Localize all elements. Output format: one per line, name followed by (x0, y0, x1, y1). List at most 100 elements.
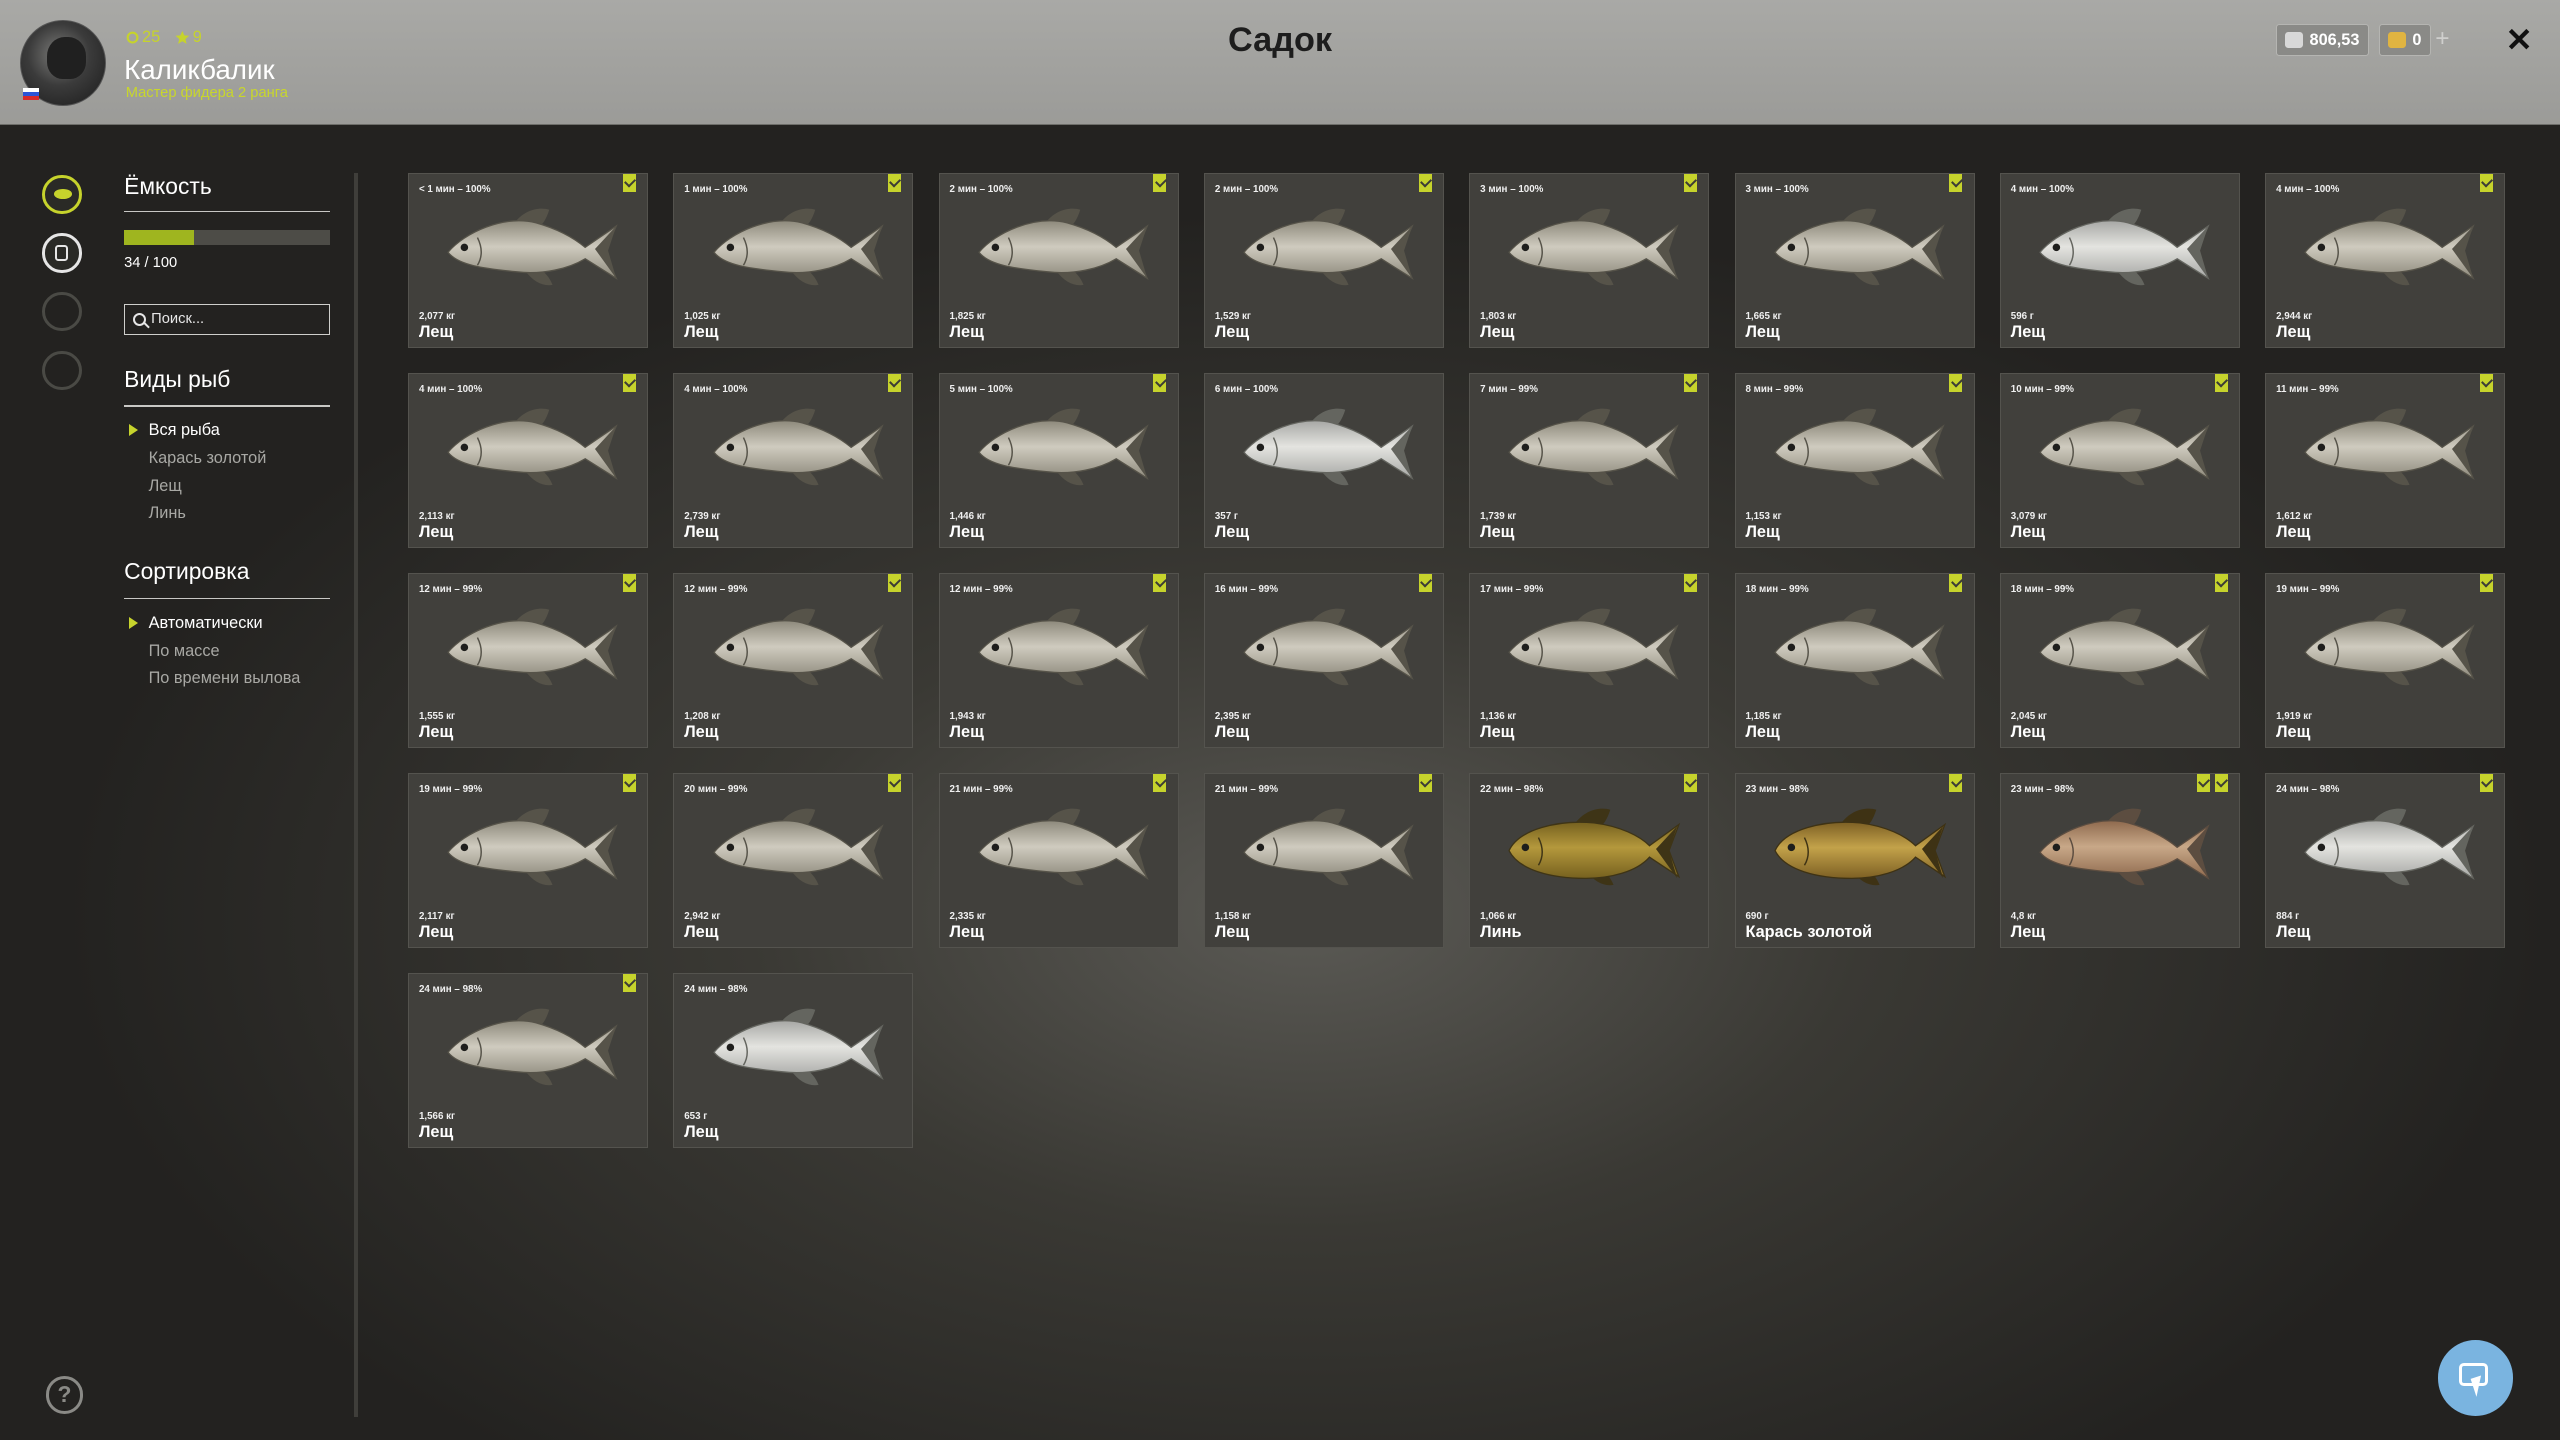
fish-card[interactable]: 24 мин – 98% 1,566 кг Лещ (408, 973, 649, 1148)
fish-card[interactable]: 21 мин – 99% 2,335 кг Лещ (938, 773, 1179, 948)
favorite-bookmark-icon[interactable] (2479, 174, 2493, 192)
fish-card[interactable]: 5 мин – 100% 1,446 кг Лещ (938, 373, 1179, 548)
fish-name: Лещ (418, 722, 454, 741)
favorite-bookmark-icon[interactable] (2214, 774, 2228, 792)
favorite-bookmark-icon[interactable] (1949, 774, 1963, 792)
search-box[interactable] (124, 303, 330, 335)
favorite-bookmark-icon[interactable] (1153, 374, 1167, 392)
favorite-bookmark-icon[interactable] (887, 774, 902, 792)
species-option-bream[interactable]: Лещ (149, 477, 182, 496)
search-input[interactable] (151, 311, 315, 328)
favorite-bookmark-icon[interactable] (622, 574, 636, 592)
cursor-mode-button[interactable] (2437, 1340, 2513, 1416)
fish-tab-icon[interactable] (42, 174, 82, 214)
favorite-bookmark-icon[interactable] (1153, 174, 1167, 192)
fish-card[interactable]: 20 мин – 99% 2,942 кг Лещ (673, 773, 914, 948)
keepnet-tab-icon[interactable] (42, 233, 82, 273)
favorite-bookmark-icon[interactable] (2214, 374, 2228, 392)
favorite-bookmark-icon[interactable] (1153, 774, 1167, 792)
favorite-bookmark-icon[interactable] (887, 574, 902, 592)
fish-card[interactable]: 12 мин – 99% 1,208 кг Лещ (673, 573, 914, 748)
favorite-bookmark-icon[interactable] (622, 974, 636, 992)
fish-card[interactable]: 24 мин – 98% 653 г Лещ (673, 973, 914, 1148)
fish-catch-time: 17 мин – 99% (1480, 583, 1544, 595)
fish-card[interactable]: 3 мин – 100% 1,665 кг Лещ (1734, 173, 1975, 348)
fish-card[interactable]: 16 мин – 99% 2,395 кг Лещ (1204, 573, 1445, 748)
sort-option-auto[interactable]: Автоматически (149, 614, 263, 633)
fish-card[interactable]: 21 мин – 99% 1,158 кг Лещ (1204, 773, 1445, 948)
favorite-bookmark-icon[interactable] (622, 174, 636, 192)
fish-card[interactable]: 4 мин – 100% 2,113 кг Лещ (408, 373, 649, 548)
species-option-all[interactable]: Вся рыба (149, 421, 220, 440)
fish-card[interactable]: 7 мин – 99% 1,739 кг Лещ (1469, 373, 1710, 548)
favorite-bookmark-icon[interactable] (1683, 374, 1697, 392)
fish-weight: 357 г (1214, 511, 1238, 523)
favorite-bookmark-icon[interactable] (1418, 774, 1432, 792)
fish-card[interactable]: 8 мин – 99% 1,153 кг Лещ (1734, 373, 1975, 548)
close-button[interactable]: ✕ (2501, 20, 2537, 59)
favorite-bookmark-icon[interactable] (1153, 574, 1167, 592)
favorite-bookmark-icon[interactable] (2479, 374, 2493, 392)
species-title: Виды рыб (124, 365, 231, 392)
fish-card[interactable]: 10 мин – 99% 3,079 кг Лещ (1999, 373, 2240, 548)
top-bar: 25 9 Каликбалик Мастер фидера 2 ранга Са… (0, 0, 2560, 126)
favorite-bookmark-icon[interactable] (622, 374, 636, 392)
fish-card[interactable]: 3 мин – 100% 1,803 кг Лещ (1469, 173, 1710, 348)
fish-catch-time: 3 мин – 100% (1480, 183, 1544, 195)
favorite-bookmark-icon[interactable] (622, 774, 636, 792)
fish-icon (978, 808, 1149, 886)
favorite-bookmark-icon[interactable] (2196, 774, 2210, 792)
favorite-bookmark-icon[interactable] (1418, 574, 1432, 592)
fish-card[interactable]: 17 мин – 99% 1,136 кг Лещ (1469, 573, 1710, 748)
fish-card[interactable]: 4 мин – 100% 2,944 кг Лещ (2265, 173, 2506, 348)
sort-option-weight[interactable]: По массе (149, 642, 220, 661)
fish-card[interactable]: 1 мин – 100% 1,025 кг Лещ (673, 173, 914, 348)
species-option-tench[interactable]: Линь (149, 504, 186, 523)
fish-icon (447, 808, 618, 886)
fish-card[interactable]: 12 мин – 99% 1,555 кг Лещ (408, 573, 649, 748)
fish-card[interactable]: 2 мин – 100% 1,825 кг Лещ (938, 173, 1179, 348)
silver-balance[interactable]: 806,53 (2275, 24, 2369, 56)
page-title: Садок (1227, 21, 1333, 60)
fish-card[interactable]: 22 мин – 98% 1,066 кг Линь (1469, 773, 1710, 948)
fish-card[interactable]: 18 мин – 99% 2,045 кг Лещ (1999, 573, 2240, 748)
home-tab-icon[interactable] (42, 351, 82, 391)
fish-card[interactable]: 23 мин – 98% 690 г Карась золотой (1734, 773, 1975, 948)
gold-balance[interactable]: 0 (2378, 24, 2431, 56)
fish-card[interactable]: 19 мин – 99% 2,117 кг Лещ (408, 773, 649, 948)
favorite-bookmark-icon[interactable] (887, 374, 902, 392)
favorite-bookmark-icon[interactable] (2479, 774, 2493, 792)
fish-card[interactable]: < 1 мин – 100% 2,077 кг Лещ (408, 173, 649, 348)
fish-card[interactable]: 2 мин – 100% 1,529 кг Лещ (1204, 173, 1445, 348)
fish-card[interactable]: 18 мин – 99% 1,185 кг Лещ (1734, 573, 1975, 748)
help-icon[interactable]: ? (45, 1376, 84, 1414)
fish-card[interactable]: 23 мин – 98% 4,8 кг Лещ (1999, 773, 2240, 948)
camp-tab-icon[interactable] (42, 292, 82, 332)
fish-catch-time: 18 мин – 99% (2010, 583, 2074, 595)
fish-card[interactable]: 24 мин – 98% 884 г Лещ (2265, 773, 2506, 948)
fish-card[interactable]: 11 мин – 99% 1,612 кг Лещ (2265, 373, 2506, 548)
fish-card[interactable]: 19 мин – 99% 1,919 кг Лещ (2265, 573, 2506, 748)
favorite-bookmark-icon[interactable] (1683, 574, 1697, 592)
fish-card[interactable]: 4 мин – 100% 2,739 кг Лещ (673, 373, 914, 548)
favorite-bookmark-icon[interactable] (2214, 574, 2228, 592)
fish-card[interactable]: 12 мин – 99% 1,943 кг Лещ (938, 573, 1179, 748)
species-option-golden-carp[interactable]: Карась золотой (149, 449, 267, 468)
add-gold-button[interactable]: + (2428, 24, 2457, 53)
fish-name: Лещ (684, 522, 719, 541)
fish-card[interactable]: 6 мин – 100% 357 г Лещ (1204, 373, 1445, 548)
favorite-bookmark-icon[interactable] (887, 174, 902, 192)
fish-catch-time: 5 мин – 100% (949, 383, 1013, 395)
fish-card[interactable]: 4 мин – 100% 596 г Лещ (1999, 173, 2240, 348)
favorite-bookmark-icon[interactable] (1949, 174, 1963, 192)
fish-weight: 2,117 кг (418, 911, 455, 923)
favorite-bookmark-icon[interactable] (1418, 174, 1432, 192)
fish-weight: 2,335 кг (949, 911, 986, 923)
favorite-bookmark-icon[interactable] (1683, 174, 1697, 192)
sort-option-catch-time[interactable]: По времени вылова (149, 669, 301, 688)
fish-catch-time: 7 мин – 99% (1480, 383, 1538, 395)
favorite-bookmark-icon[interactable] (1949, 574, 1963, 592)
favorite-bookmark-icon[interactable] (1949, 374, 1963, 392)
favorite-bookmark-icon[interactable] (1683, 774, 1697, 792)
favorite-bookmark-icon[interactable] (2479, 574, 2493, 592)
